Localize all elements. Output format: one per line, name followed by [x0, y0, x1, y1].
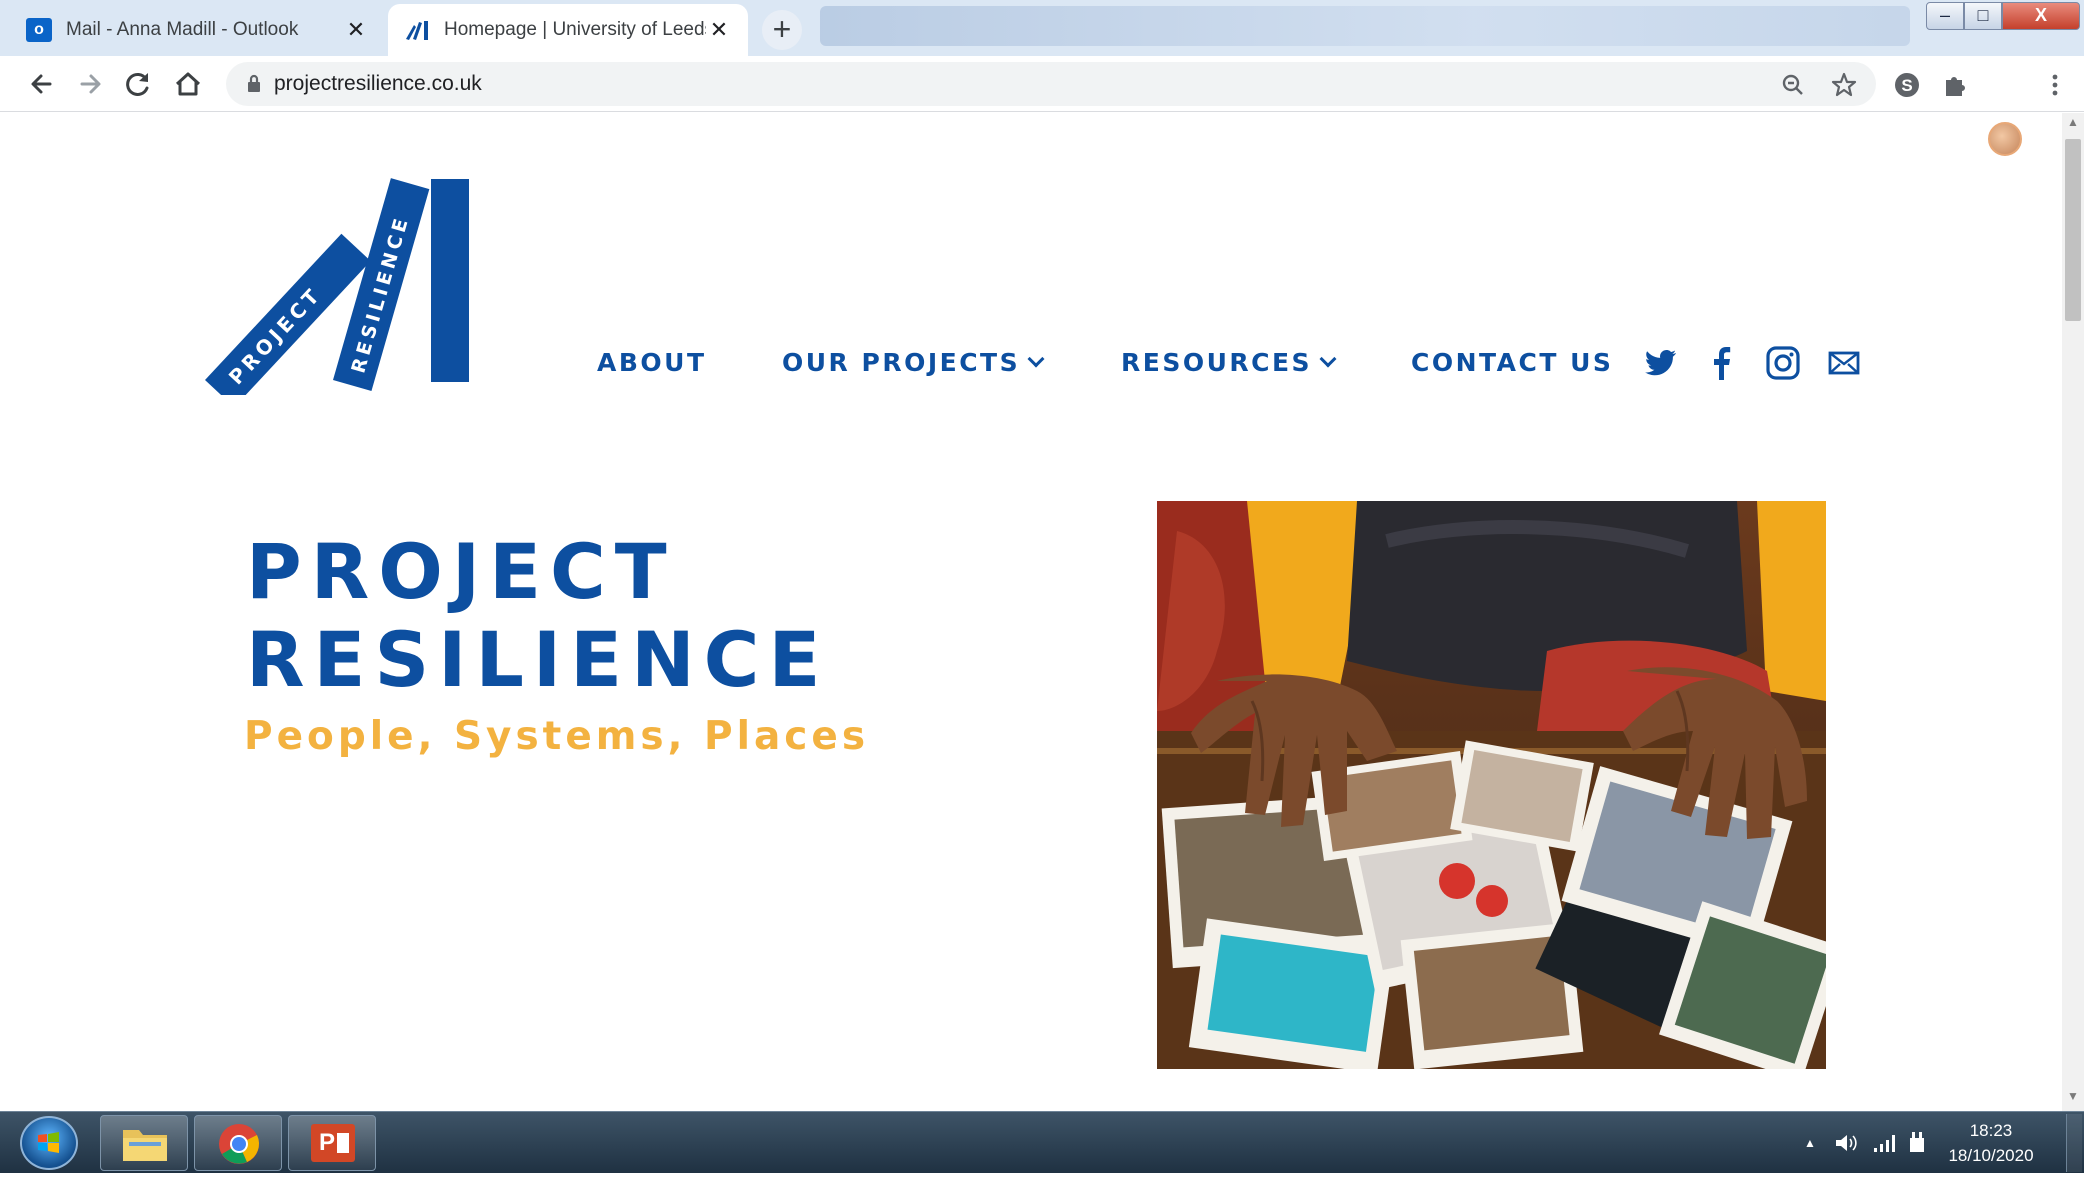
close-icon[interactable]: ✕	[706, 17, 732, 43]
nav-our-projects[interactable]: OUR PROJECTS	[782, 348, 1045, 377]
scroll-up-arrow-icon[interactable]: ▲	[2062, 115, 2084, 135]
tab-title: Mail - Anna Madill - Outlook	[66, 19, 299, 40]
show-hidden-icons-icon[interactable]: ▲	[1804, 1136, 1816, 1150]
window-maximize-button[interactable]: □	[1964, 2, 2002, 30]
instagram-icon[interactable]	[1764, 344, 1802, 382]
scroll-down-arrow-icon[interactable]: ▼	[2062, 1089, 2084, 1109]
home-icon[interactable]	[168, 64, 208, 104]
windows-taskbar: P ▲ 18:23 18/10/2020	[0, 1111, 2084, 1173]
tab-project-resilience[interactable]: Homepage | University of Leeds ✕	[388, 4, 748, 56]
system-clock[interactable]: 18:23 18/10/2020	[1936, 1118, 2046, 1168]
project-resilience-logo[interactable]: PROJECT RESILIENCE	[195, 175, 485, 395]
hero-photo	[1157, 501, 1826, 1069]
profile-avatar[interactable]	[1988, 122, 2022, 156]
powerpoint-icon: P	[311, 1124, 355, 1162]
back-arrow-icon[interactable]	[22, 64, 62, 104]
close-icon[interactable]: ✕	[343, 17, 369, 43]
nav-about[interactable]: ABOUT	[597, 348, 707, 377]
nav-contact-us[interactable]: CONTACT US	[1411, 348, 1613, 377]
show-desktop-button[interactable]	[2066, 1114, 2082, 1172]
hero-title-line1: PROJECT	[246, 527, 676, 616]
chrome-icon	[219, 1124, 259, 1164]
file-explorer-button[interactable]	[100, 1115, 188, 1171]
volume-icon[interactable]	[1834, 1132, 1858, 1154]
tab-outlook[interactable]: o Mail - Anna Madill - Outlook ✕	[10, 4, 385, 56]
hero-title-line2: RESILIENCE	[246, 615, 830, 704]
skype-icon[interactable]: S	[1892, 70, 1922, 100]
mail-icon[interactable]	[1825, 344, 1863, 382]
forward-arrow-icon[interactable]	[70, 64, 110, 104]
browser-toolbar: projectresilience.co.uk S	[0, 56, 2084, 156]
powerpoint-button[interactable]: P	[288, 1115, 376, 1171]
chevron-down-icon	[1319, 350, 1337, 368]
kebab-menu-icon[interactable]	[2040, 70, 2070, 100]
tab-title: Homepage | University of Leeds	[444, 19, 706, 40]
page-scrollbar[interactable]: ▲ ▼	[2062, 113, 2084, 1111]
outlook-icon: o	[26, 18, 52, 42]
address-bar[interactable]: projectresilience.co.uk	[226, 62, 1876, 106]
puzzle-icon[interactable]	[1940, 70, 1970, 100]
hero-subtitle: People, Systems, Places	[244, 714, 870, 759]
nav-about-label: ABOUT	[597, 348, 707, 377]
background-window-blur	[820, 6, 1910, 46]
windows-logo-icon	[38, 1132, 59, 1153]
site-favicon-icon	[406, 21, 428, 40]
nav-our-projects-label: OUR PROJECTS	[782, 348, 1021, 377]
twitter-icon[interactable]	[1643, 344, 1681, 382]
scroll-thumb[interactable]	[2065, 139, 2081, 321]
star-icon[interactable]	[1830, 71, 1858, 99]
start-button[interactable]	[20, 1116, 78, 1170]
nav-resources[interactable]: RESOURCES	[1121, 348, 1337, 377]
url-text: projectresilience.co.uk	[274, 72, 482, 95]
svg-text:S: S	[1901, 76, 1912, 95]
lock-icon	[248, 74, 260, 92]
window-close-button[interactable]: X	[2002, 2, 2080, 30]
svg-text:PROJECT: PROJECT	[224, 282, 326, 389]
clock-date: 18/10/2020	[1948, 1146, 2034, 1165]
folder-icon	[123, 1130, 167, 1161]
zoom-icon[interactable]	[1780, 72, 1806, 98]
hero-title: PROJECT RESILIENCE	[246, 528, 829, 704]
chrome-button[interactable]	[194, 1115, 282, 1171]
new-tab-button[interactable]: +	[762, 10, 802, 50]
reload-icon[interactable]	[118, 64, 158, 104]
nav-resources-label: RESOURCES	[1121, 348, 1313, 377]
power-plug-icon[interactable]	[1906, 1130, 1928, 1156]
logo-bar-upright	[431, 179, 469, 382]
facebook-icon[interactable]	[1703, 344, 1741, 382]
chevron-down-icon	[1027, 350, 1045, 368]
browser-tab-strip: o Mail - Anna Madill - Outlook ✕ Homepag…	[0, 0, 2084, 56]
network-signal-icon[interactable]	[1872, 1132, 1898, 1154]
clock-time: 18:23	[1969, 1121, 2013, 1140]
window-minimize-button[interactable]: –	[1926, 2, 1964, 30]
nav-contact-us-label: CONTACT US	[1411, 348, 1614, 377]
